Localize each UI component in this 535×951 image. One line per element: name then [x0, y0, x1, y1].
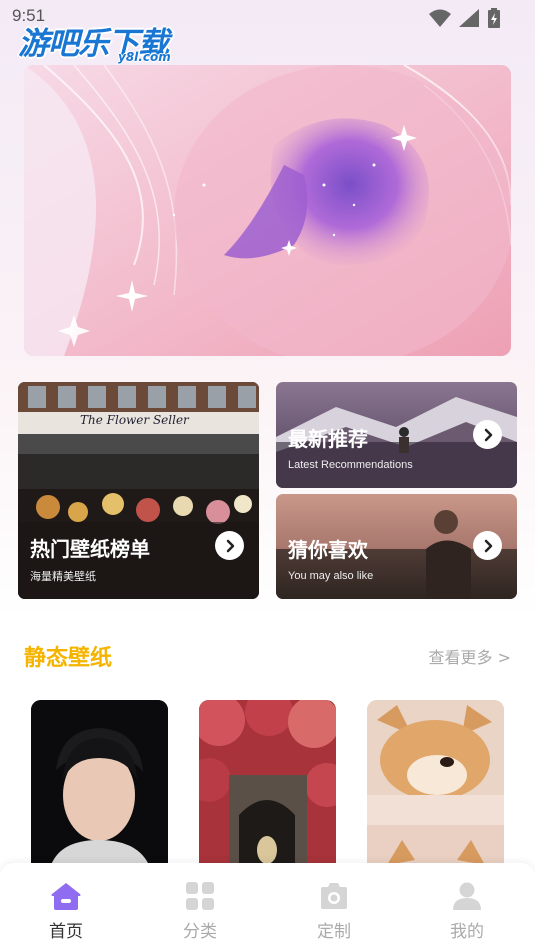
wallpaper-thumb[interactable]	[31, 700, 168, 865]
home-icon	[51, 883, 81, 910]
latest-recommendations-card[interactable]: 最新推荐 Latest Recommendations	[276, 382, 517, 488]
wifi-icon	[429, 9, 451, 27]
guess-card-title: 猜你喜欢	[288, 538, 368, 562]
chevron-right-icon	[484, 428, 492, 441]
tab-category-label: 分类	[183, 922, 217, 942]
tab-custom-label: 定制	[317, 922, 351, 942]
camera-icon	[321, 883, 347, 909]
latest-card-arrow-button[interactable]	[473, 420, 502, 449]
hot-card-subtitle: 海量精美壁纸	[30, 571, 96, 583]
banner-illustration	[24, 65, 511, 356]
guess-card-subtitle: You may also like	[288, 570, 374, 582]
hot-card-arrow-button[interactable]	[215, 531, 244, 560]
view-more-link[interactable]: 查看更多 >	[429, 644, 512, 668]
tab-mine[interactable]: 我的	[437, 881, 497, 942]
banner-carousel[interactable]	[24, 65, 511, 356]
guess-you-like-card[interactable]: 猜你喜欢 You may also like	[276, 494, 517, 599]
battery-icon	[488, 8, 500, 28]
watermark-logo: 游吧乐下载 y8l.com	[18, 18, 183, 66]
hot-card-title: 热门壁纸榜单	[30, 537, 150, 561]
tab-home-label: 首页	[49, 922, 83, 942]
user-icon	[453, 882, 481, 910]
shop-sign: The Flower Seller	[80, 413, 189, 427]
tab-mine-label: 我的	[450, 922, 484, 942]
tab-home[interactable]: 首页	[36, 881, 96, 942]
section-title: 静态壁纸	[24, 646, 113, 671]
signal-icon	[459, 9, 479, 27]
shiba-dog-photo	[367, 700, 504, 865]
portrait-photo	[31, 700, 168, 865]
chevron-right-icon	[484, 539, 492, 552]
status-icons	[429, 8, 501, 28]
latest-card-title: 最新推荐	[288, 427, 368, 451]
tab-category[interactable]: 分类	[170, 881, 230, 942]
bottom-tab-bar: 首页 分类 定制 我的	[0, 863, 535, 951]
chevron-right-icon	[226, 539, 234, 552]
wallpaper-thumb[interactable]	[367, 700, 504, 865]
watermark-sub: y8l.com	[118, 50, 171, 64]
grid-icon	[186, 882, 214, 910]
wallpaper-thumb[interactable]	[199, 700, 336, 865]
hot-wallpaper-card[interactable]: The Flower Seller 热门壁纸榜单 海量精美壁纸	[18, 382, 259, 599]
autumn-tunnel-photo	[199, 700, 336, 865]
latest-card-subtitle: Latest Recommendations	[288, 459, 413, 471]
tab-custom[interactable]: 定制	[304, 881, 364, 942]
guess-card-arrow-button[interactable]	[473, 531, 502, 560]
